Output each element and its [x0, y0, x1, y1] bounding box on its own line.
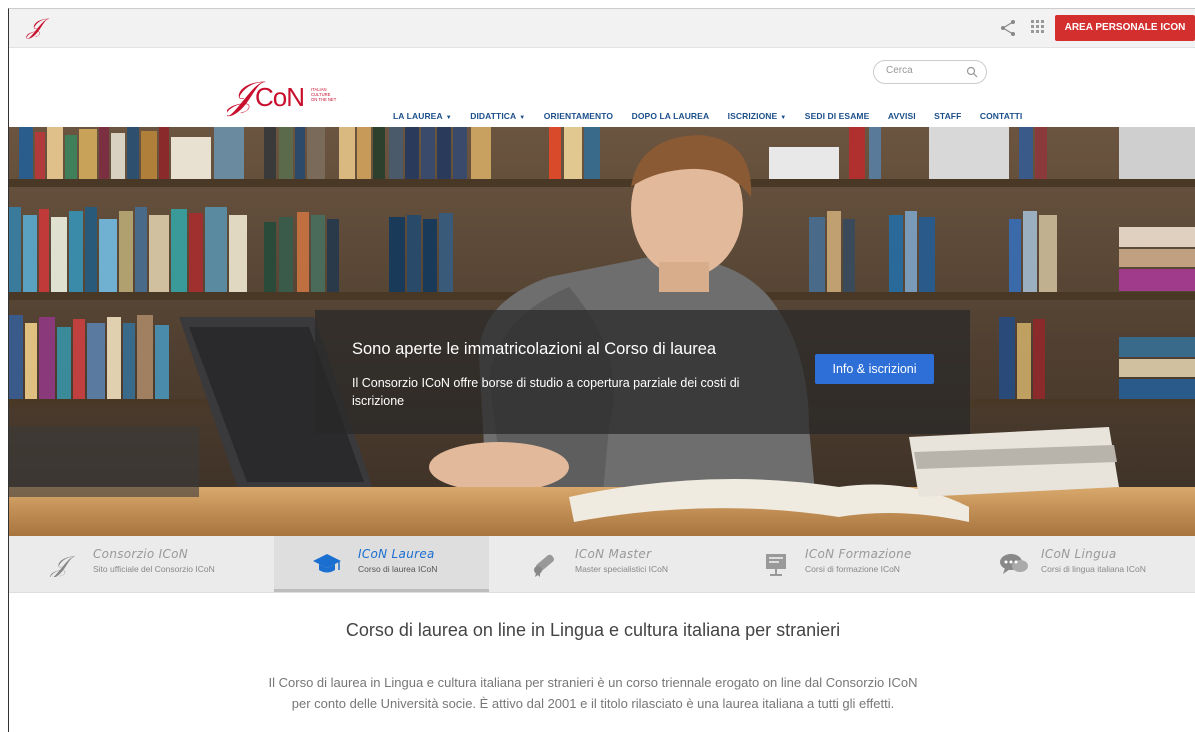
tab-title: ICoN Master	[575, 547, 652, 561]
tab-consorzio-icon[interactable]: 𝒥 Consorzio ICoN Sito ufficiale del Cons…	[29, 536, 279, 592]
area-personale-button[interactable]: AREA PERSONALE ICON	[1055, 15, 1195, 41]
nav-staff[interactable]: STAFF	[934, 111, 961, 121]
site-header: 𝒥 CoN ITALIAN CULTURE ON THE NET Cerca L…	[9, 48, 1195, 127]
search-icon[interactable]	[966, 66, 978, 78]
hero-banner: Sono aperte le immatricolazioni al Corso…	[9, 127, 1195, 536]
tab-title: Consorzio ICoN	[93, 547, 189, 561]
body-line: Il Corso di laurea in Lingua e cultura i…	[268, 675, 918, 690]
tab-subtitle: Corsi di lingua italiana ICoN	[1041, 564, 1146, 574]
script-logo-icon[interactable]: 𝒥	[27, 15, 42, 40]
top-bar: 𝒥 AREA PERSONALE ICON	[9, 9, 1195, 48]
share-icon[interactable]	[999, 19, 1017, 37]
tab-icon-laurea[interactable]: ICoN Laurea Corso di laurea ICoN	[274, 536, 489, 592]
tab-title: ICoN Laurea	[358, 547, 435, 561]
hero-overlay: Sono aperte le immatricolazioni al Corso…	[315, 310, 970, 434]
nav-orientamento[interactable]: ORIENTAMENTO	[544, 111, 613, 121]
body-line: per conto delle Università socie. È atti…	[291, 696, 895, 711]
tab-subtitle: Corsi di formazione ICoN	[805, 564, 900, 574]
diploma-icon	[534, 554, 555, 577]
product-tabs: 𝒥 Consorzio ICoN Sito ufficiale del Cons…	[9, 536, 1195, 593]
svg-text:𝒥: 𝒥	[50, 551, 75, 577]
nav-didattica[interactable]: DIDATTICA ▼	[470, 111, 525, 121]
grid-icon[interactable]	[1031, 20, 1045, 34]
svg-text:ON THE NET: ON THE NET	[311, 97, 337, 102]
info-iscrizioni-button[interactable]: Info & iscrizioni	[815, 354, 934, 384]
section-title: Corso di laurea on line in Lingua e cult…	[345, 620, 841, 640]
chevron-down-icon: ▼	[519, 115, 526, 121]
graduation-cap-icon	[313, 554, 341, 573]
script-logo-icon: 𝒥	[50, 551, 75, 577]
presentation-board-icon	[766, 554, 786, 576]
nav-iscrizione[interactable]: ISCRIZIONE ▼	[728, 111, 787, 121]
search-placeholder: Cerca	[886, 65, 913, 76]
section-body: Il Corso di laurea in Lingua e cultura i…	[200, 672, 986, 714]
search-input[interactable]: Cerca	[873, 60, 987, 84]
tab-subtitle: Sito ufficiale del Consorzio ICoN	[93, 564, 215, 574]
nav-avvisi[interactable]: AVVISI	[888, 111, 916, 121]
tab-subtitle: Master specialistici ICoN	[575, 564, 669, 574]
icon-logo[interactable]: 𝒥 CoN ITALIAN CULTURE ON THE NET	[227, 74, 347, 118]
nav-dopo-la-laurea[interactable]: DOPO LA LAUREA	[632, 111, 710, 121]
tab-icon-lingua[interactable]: ICoN Lingua Corsi di lingua italiana ICo…	[979, 536, 1195, 592]
nav-contatti[interactable]: CONTATTI	[980, 111, 1023, 121]
chevron-down-icon: ▼	[780, 115, 787, 121]
tab-title: ICoN Formazione	[805, 547, 912, 561]
main-navigation: LA LAUREA ▼ DIDATTICA ▼ ORIENTAMENTO DOPO …	[393, 106, 1036, 121]
speech-bubbles-icon	[1000, 554, 1028, 574]
tab-icon-formazione[interactable]: ICoN Formazione Corsi di formazione ICoN	[739, 536, 969, 592]
tab-subtitle: Corso di laurea ICoN	[358, 564, 438, 574]
nav-la-laurea[interactable]: LA LAUREA ▼	[393, 111, 452, 121]
chevron-down-icon: ▼	[445, 115, 452, 121]
hero-description: Il Consorzio ICoN offre borse di studio …	[352, 376, 740, 408]
nav-sedi-di-esame[interactable]: SEDI DI ESAME	[805, 111, 870, 121]
tab-title: ICoN Lingua	[1041, 547, 1117, 561]
svg-text:CoN: CoN	[255, 82, 304, 112]
hero-title: Sono aperte le immatricolazioni al Corso…	[352, 340, 717, 358]
tab-icon-master[interactable]: ICoN Master Master specialistici ICoN	[509, 536, 729, 592]
